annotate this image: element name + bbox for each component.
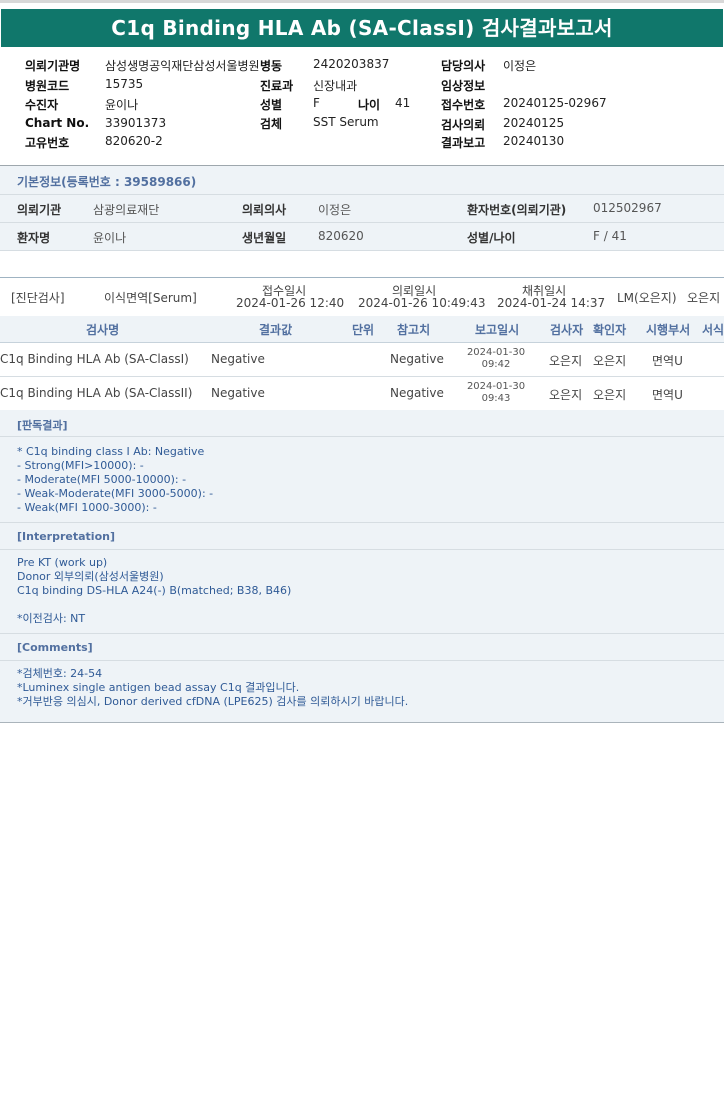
- report-datetime: 2024-01-30 09:43: [466, 381, 526, 405]
- verifier-value: 오은지: [593, 354, 627, 368]
- comments-text: *검체번호: 24-54 *Luminex single antigen bea…: [17, 667, 409, 708]
- report-date-label: 결과보고: [441, 136, 486, 150]
- referring-doctor-label: 의뢰의사: [242, 203, 287, 217]
- tester-value: 오은지: [549, 354, 583, 368]
- patient-info-row: 의뢰기관 삼광의료재단 의뢰의사 이정은 환자번호(의뢰기관) 01250296…: [0, 195, 724, 223]
- col-result: 결과값: [259, 323, 293, 337]
- reference-value: Negative: [390, 386, 444, 400]
- judgment-title: [판독결과]: [17, 419, 68, 432]
- comments-title: [Comments]: [17, 641, 93, 654]
- sex-label: 성별: [260, 98, 283, 112]
- result-value: Negative: [211, 352, 265, 366]
- birthdate-label: 생년월일: [242, 231, 287, 245]
- patient-number-label: 환자번호(의뢰기관): [467, 203, 567, 217]
- referring-institution-label: 의뢰기관: [17, 203, 62, 217]
- age-label: 나이: [358, 98, 381, 112]
- report-datetime: 2024-01-30 09:42: [466, 347, 526, 371]
- patient-info-title: 기본정보(등록번호 : 39589866): [17, 175, 197, 189]
- specimen-label: 검체: [260, 117, 283, 131]
- chart-no-label: Chart No.: [25, 116, 90, 130]
- exam-category: [진단검사]: [11, 291, 65, 305]
- unique-no-label: 고유번호: [25, 136, 70, 150]
- col-reference: 참고치: [397, 323, 431, 337]
- ward-value: 2420203837: [313, 57, 390, 71]
- referring-institution-value: 삼광의료재단: [93, 203, 160, 217]
- patient-value: 윤이나: [105, 98, 139, 112]
- report-time: 09:43: [481, 393, 511, 404]
- chart-no-value: 33901373: [105, 116, 167, 130]
- birthdate-value: 820620: [318, 229, 364, 243]
- report-date: 2024-01-30: [466, 381, 526, 392]
- exam-info-bar: [진단검사] 이식면역[Serum] 접수일시 2024-01-26 12:40…: [0, 277, 724, 317]
- test-name: C1q Binding HLA Ab (SA-ClassII): [0, 386, 193, 400]
- hospital-code-label: 병원코드: [25, 79, 70, 93]
- judgment-header: [판독결과]: [0, 410, 724, 437]
- table-row[interactable]: C1q Binding HLA Ab (SA-ClassII) Negative…: [0, 377, 724, 411]
- notes-panel: [판독결과] * C1q binding class I Ab: Negativ…: [0, 410, 724, 723]
- tester-value: 오은지: [549, 388, 583, 402]
- lm-value: LM(오은지): [617, 291, 677, 305]
- patient-number-value: 012502967: [593, 201, 662, 215]
- specimen-value: SST Serum: [313, 115, 379, 129]
- interpretation-text: Pre KT (work up) Donor 외부의뢰(삼성서울병원) C1q …: [17, 556, 292, 625]
- top-border: [0, 0, 724, 3]
- judgment-text: * C1q binding class I Ab: Negative - Str…: [17, 445, 214, 514]
- col-report-date: 보고일시: [475, 323, 520, 337]
- department-label: 진료과: [260, 79, 294, 93]
- test-name: C1q Binding HLA Ab (SA-ClassI): [0, 352, 189, 366]
- clinical-info-label: 임상정보: [441, 79, 486, 93]
- collected-value: 2024-01-24 14:37: [497, 296, 606, 310]
- department-value: 면역U: [652, 354, 683, 368]
- exam-name: 이식면역[Serum]: [104, 291, 197, 305]
- requested-value: 2024-01-26 10:49:43: [358, 296, 486, 310]
- sex-age-value: F / 41: [593, 229, 627, 243]
- department-value: 신장내과: [313, 79, 358, 93]
- report-date-value: 20240130: [503, 134, 565, 148]
- results-table-header: 검사명 결과값 단위 참고치 보고일시 검사자 확인자 시행부서 서식: [0, 316, 724, 343]
- sex-value: F: [313, 96, 320, 110]
- patient-info-panel: 기본정보(등록번호 : 39589866) 의뢰기관 삼광의료재단 의뢰의사 이…: [0, 166, 724, 251]
- interpretation-header: [Interpretation]: [0, 522, 724, 550]
- reception-no-label: 접수번호: [441, 98, 486, 112]
- col-form: 서식: [702, 323, 724, 337]
- col-tester: 검사자: [550, 323, 584, 337]
- report-title: C1q Binding HLA Ab (SA-ClassI) 검사결과보고서: [1, 9, 723, 47]
- patient-info-row: 환자명 윤이나 생년월일 820620 성별/나이 F / 41: [0, 223, 724, 251]
- referring-doctor-value: 이정은: [318, 203, 352, 217]
- doctor-value: 이정은: [503, 59, 537, 73]
- exam-tester: 오은지: [687, 291, 721, 305]
- department-value: 면역U: [652, 388, 683, 402]
- report-date: 2024-01-30: [466, 347, 526, 358]
- institution-value: 삼성생명공익재단삼성서울병원: [105, 59, 260, 73]
- patient-name-value: 윤이나: [93, 231, 127, 245]
- col-test-name: 검사명: [86, 323, 120, 337]
- patient-info-header: 기본정보(등록번호 : 39589866): [0, 166, 724, 195]
- request-date-label: 검사의뢰: [441, 118, 486, 132]
- reception-no-value: 20240125-02967: [503, 96, 607, 110]
- request-date-value: 20240125: [503, 116, 565, 130]
- hospital-code-value: 15735: [105, 77, 144, 91]
- interpretation-title: [Interpretation]: [17, 530, 115, 543]
- col-department: 시행부서: [646, 323, 691, 337]
- received-value: 2024-01-26 12:40: [236, 296, 345, 310]
- unique-no-value: 820620-2: [105, 134, 163, 148]
- reference-value: Negative: [390, 352, 444, 366]
- col-verifier: 확인자: [593, 323, 627, 337]
- col-unit: 단위: [352, 323, 375, 337]
- doctor-label: 담당의사: [441, 59, 486, 73]
- age-value: 41: [395, 96, 411, 110]
- result-value: Negative: [211, 386, 265, 400]
- verifier-value: 오은지: [593, 388, 627, 402]
- patient-name-label: 환자명: [17, 231, 51, 245]
- report-time: 09:42: [481, 359, 511, 370]
- table-row[interactable]: C1q Binding HLA Ab (SA-ClassI) Negative …: [0, 343, 724, 377]
- sex-age-label: 성별/나이: [467, 231, 516, 245]
- ward-label: 병동: [260, 59, 283, 73]
- comments-header: [Comments]: [0, 633, 724, 661]
- patient-label: 수진자: [25, 98, 59, 112]
- institution-label: 의뢰기관명: [25, 59, 81, 73]
